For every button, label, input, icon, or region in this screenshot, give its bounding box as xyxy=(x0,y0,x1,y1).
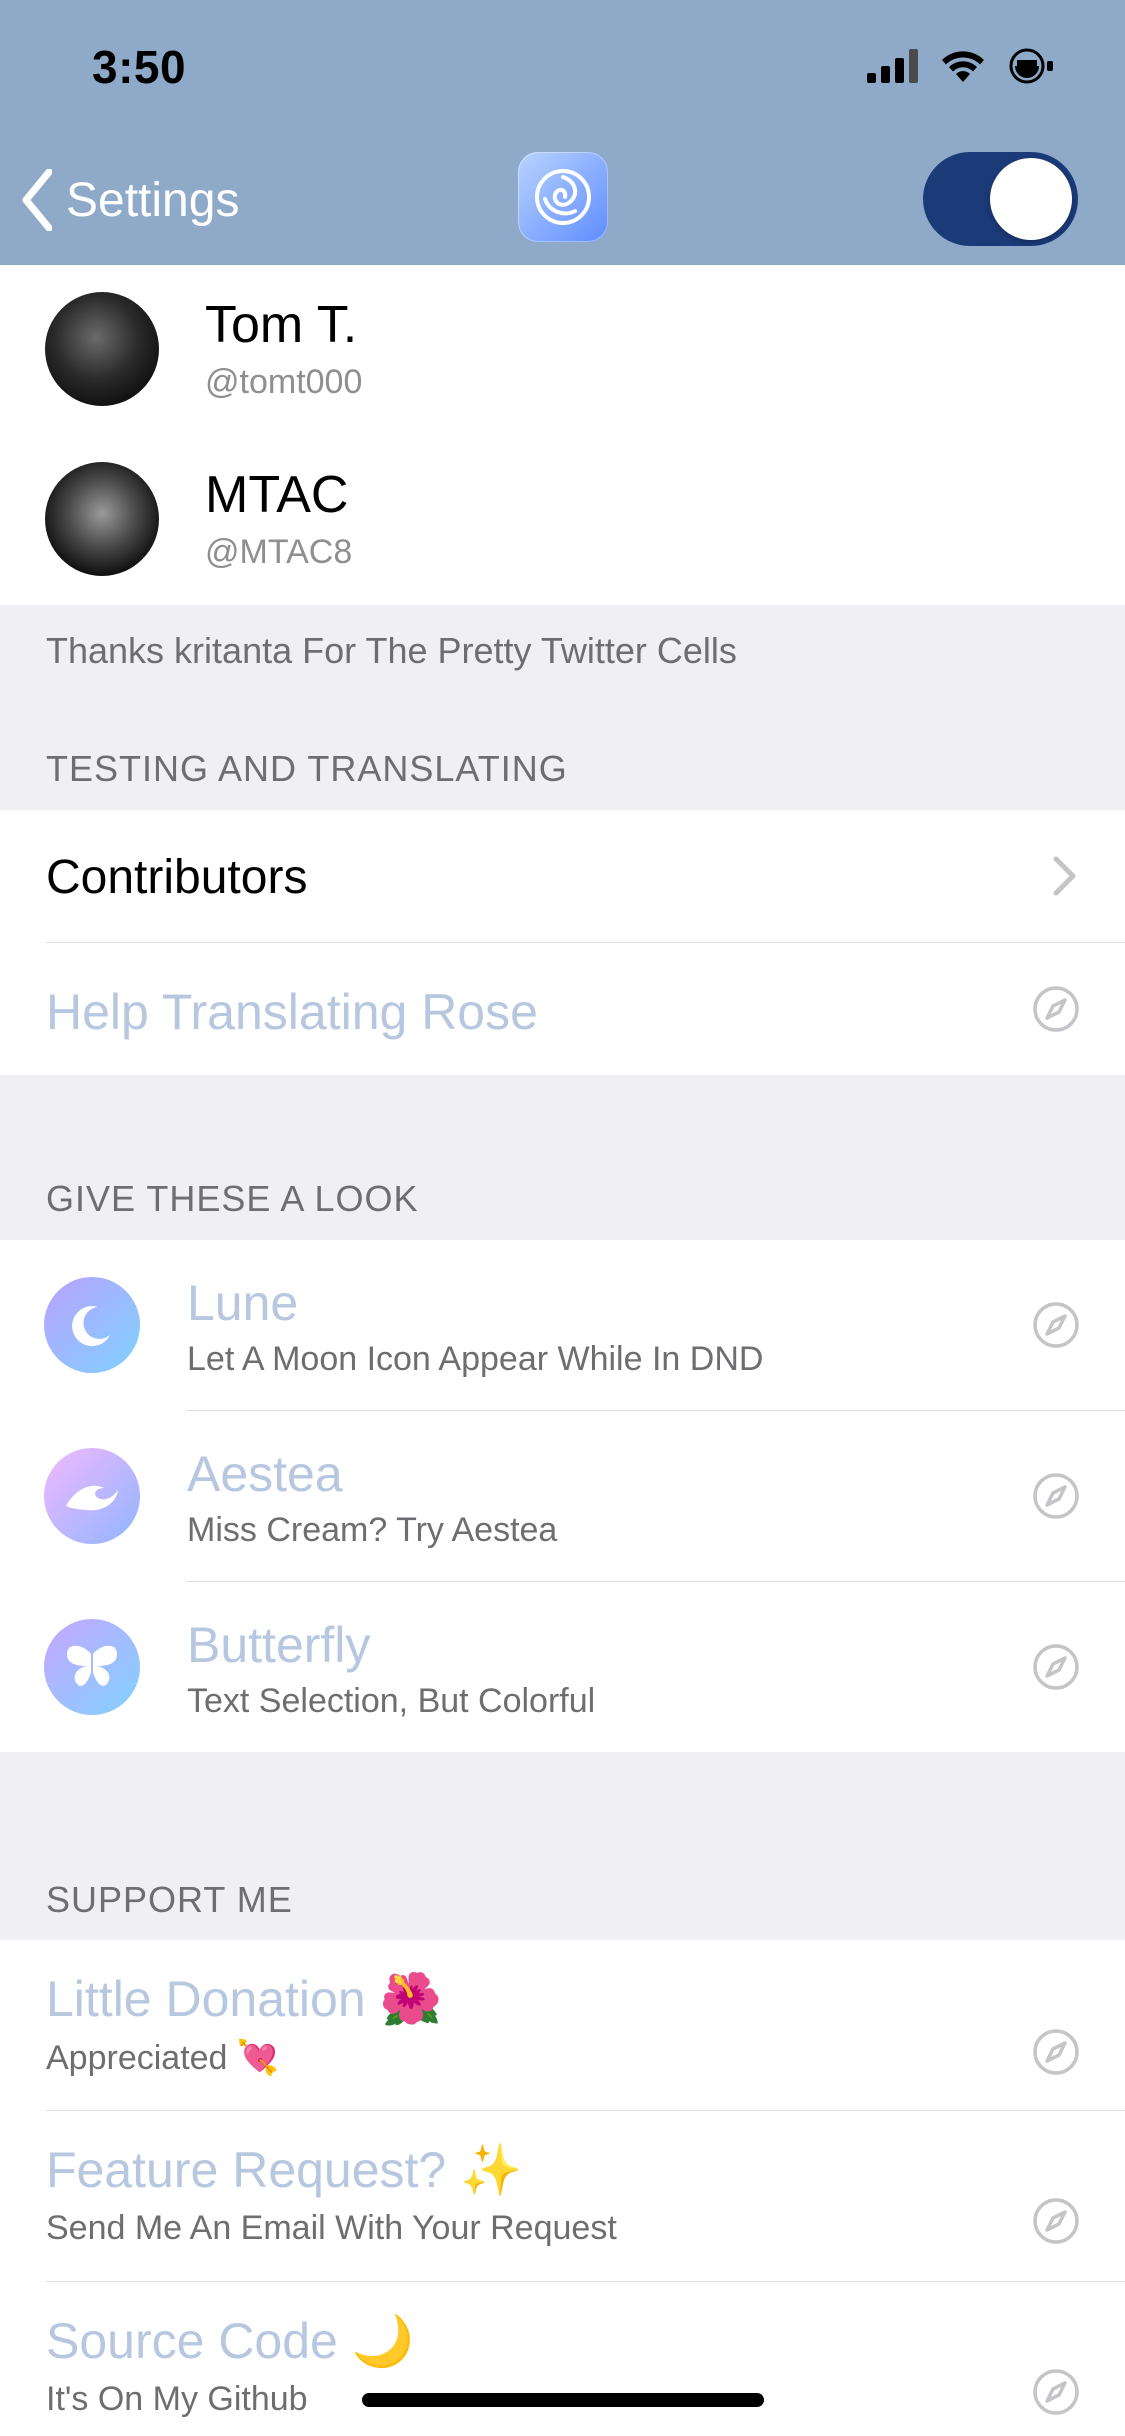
tweak-row-butterfly[interactable]: Butterfly Text Selection, But Colorful xyxy=(0,1582,1125,1752)
back-button[interactable]: Settings xyxy=(22,160,239,240)
chevron-left-icon xyxy=(22,169,52,231)
avatar xyxy=(45,462,159,576)
compass-icon xyxy=(1033,1644,1079,1690)
twitter-cell-tomt[interactable]: Tom T. @tomt000 xyxy=(0,265,1125,435)
section-header-give-look: GIVE THESE A LOOK xyxy=(46,1178,419,1219)
support-title: Source Code 🌙 xyxy=(46,2313,414,2369)
twitter-handle: @tomt000 xyxy=(205,363,363,401)
twitter-name: MTAC xyxy=(205,466,349,524)
tweak-subtitle: Text Selection, But Colorful xyxy=(187,1682,596,1720)
avatar xyxy=(45,292,159,406)
twitter-name: Tom T. xyxy=(205,296,358,354)
cellular-signal-icon xyxy=(867,49,918,83)
help-translating-row[interactable]: Help Translating Rose xyxy=(0,943,1125,1075)
back-button-label: Settings xyxy=(66,173,240,227)
rose-app-icon xyxy=(518,152,608,242)
home-indicator xyxy=(362,2393,764,2407)
enable-toggle[interactable] xyxy=(923,152,1078,246)
toggle-knob xyxy=(990,158,1072,240)
support-subtitle: Appreciated 💘 xyxy=(46,2039,280,2077)
compass-icon xyxy=(1033,1302,1079,1348)
tweak-subtitle: Let A Moon Icon Appear While In DND xyxy=(187,1340,764,1378)
tweak-title: Aestea xyxy=(187,1446,343,1502)
help-translating-label: Help Translating Rose xyxy=(46,984,538,1040)
twitter-cell-mtac[interactable]: MTAC @MTAC8 xyxy=(0,435,1125,605)
twitter-handle: @MTAC8 xyxy=(205,533,353,571)
battery-icon xyxy=(1009,48,1053,84)
wave-icon xyxy=(44,1448,140,1544)
tweak-title: Lune xyxy=(187,1275,299,1331)
support-subtitle: Send Me An Email With Your Request xyxy=(46,2209,617,2247)
status-time: 3:50 xyxy=(92,41,187,93)
compass-icon xyxy=(1033,2198,1079,2244)
section-header-support: SUPPORT ME xyxy=(46,1879,293,1920)
status-icons xyxy=(867,48,1057,84)
compass-icon xyxy=(1033,2369,1079,2415)
tweak-row-aestea[interactable]: Aestea Miss Cream? Try Aestea xyxy=(0,1411,1125,1581)
section-header-testing: TESTING AND TRANSLATING xyxy=(46,748,568,789)
tweak-row-lune[interactable]: Lune Let A Moon Icon Appear While In DND xyxy=(0,1240,1125,1410)
compass-icon xyxy=(1033,986,1079,1032)
donation-row[interactable]: Little Donation 🌺 Appreciated 💘 xyxy=(0,1940,1125,2110)
wifi-icon xyxy=(942,51,984,82)
source-code-row[interactable]: Source Code 🌙 It's On My Github xyxy=(0,2282,1125,2436)
contributors-row[interactable]: Contributors xyxy=(0,810,1125,942)
support-subtitle: It's On My Github xyxy=(46,2380,308,2418)
butterfly-icon xyxy=(44,1619,140,1715)
rose-icon xyxy=(535,169,591,225)
compass-icon xyxy=(1033,1473,1079,1519)
compass-icon xyxy=(1033,2029,1079,2075)
tweak-subtitle: Miss Cream? Try Aestea xyxy=(187,1511,558,1549)
credits-footer: Thanks kritanta For The Pretty Twitter C… xyxy=(46,630,737,671)
chevron-right-icon xyxy=(1053,856,1076,896)
feature-request-row[interactable]: Feature Request? ✨ Send Me An Email With… xyxy=(0,2111,1125,2281)
moon-icon xyxy=(44,1277,140,1373)
contributors-label: Contributors xyxy=(46,851,308,904)
tweak-title: Butterfly xyxy=(187,1617,371,1673)
support-title: Little Donation 🌺 xyxy=(46,1971,442,2027)
support-title: Feature Request? ✨ xyxy=(46,2142,523,2198)
